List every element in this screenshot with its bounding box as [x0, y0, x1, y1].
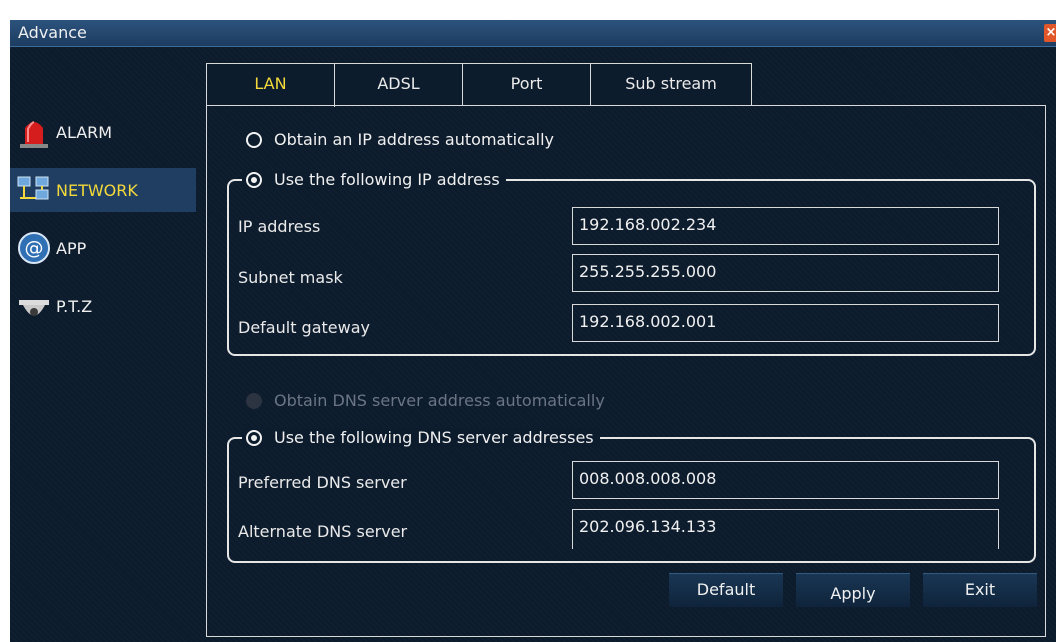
- dns-manual-option[interactable]: Use the following DNS server addresses: [242, 428, 600, 447]
- tab-adsl[interactable]: ADSL: [334, 63, 463, 106]
- dns-auto-option: Obtain DNS server address automatically: [246, 391, 605, 410]
- close-icon[interactable]: ×: [1044, 24, 1056, 42]
- radio-button: [246, 392, 262, 409]
- apply-button[interactable]: Apply: [796, 573, 910, 607]
- tab-label: Sub stream: [625, 74, 717, 93]
- sidebar-item-network[interactable]: NETWORK: [10, 168, 196, 212]
- preferred-dns-label: Preferred DNS server: [238, 473, 407, 492]
- tab-label: Port: [510, 74, 543, 93]
- default-button[interactable]: Default: [669, 573, 783, 607]
- sidebar-item-label: APP: [56, 238, 87, 258]
- tab-port[interactable]: Port: [462, 63, 591, 106]
- radio-button[interactable]: [246, 171, 262, 188]
- tab-sub-stream[interactable]: Sub stream: [590, 63, 752, 106]
- dns-manual-label: Use the following DNS server addresses: [274, 428, 594, 447]
- ip-auto-option[interactable]: Obtain an IP address automatically: [246, 130, 554, 149]
- ip-address-field[interactable]: 192.168.002.234: [572, 207, 999, 245]
- alternate-dns-field[interactable]: 202.096.134.133: [572, 509, 999, 549]
- default-gateway-field[interactable]: 192.168.002.001: [572, 304, 999, 342]
- sidebar-item-alarm[interactable]: ALARM: [10, 110, 196, 154]
- sidebar-item-label: P.T.Z: [56, 296, 93, 316]
- network-computers-icon: [16, 172, 52, 208]
- exit-button[interactable]: Exit: [923, 573, 1037, 607]
- radio-button[interactable]: [246, 131, 262, 148]
- ip-address-label: IP address: [238, 217, 321, 236]
- sidebar-item-label: NETWORK: [56, 180, 138, 200]
- ip-manual-label: Use the following IP address: [274, 170, 500, 189]
- dns-auto-label: Obtain DNS server address automatically: [274, 391, 605, 410]
- default-gateway-label: Default gateway: [238, 318, 370, 337]
- ip-manual-option[interactable]: Use the following IP address: [242, 170, 506, 189]
- alternate-dns-label: Alternate DNS server: [238, 522, 408, 541]
- sidebar: ALARM NETWORK @ APP P.T.Z: [10, 26, 206, 622]
- subnet-mask-label: Subnet mask: [238, 268, 343, 287]
- tab-label: ADSL: [377, 74, 420, 93]
- sidebar-item-ptz[interactable]: P.T.Z: [10, 284, 196, 328]
- preferred-dns-field[interactable]: 008.008.008.008: [572, 461, 999, 499]
- sidebar-item-app[interactable]: @ APP: [10, 226, 196, 270]
- svg-text:@: @: [25, 237, 44, 259]
- ip-auto-label: Obtain an IP address automatically: [274, 130, 555, 149]
- at-sign-icon: @: [16, 230, 52, 266]
- alarm-siren-icon: [16, 114, 52, 150]
- radio-button[interactable]: [246, 429, 262, 446]
- subnet-mask-field[interactable]: 255.255.255.000: [572, 254, 999, 292]
- dome-camera-icon: [16, 288, 52, 324]
- sidebar-item-label: ALARM: [56, 122, 113, 142]
- tab-lan[interactable]: LAN: [206, 63, 335, 107]
- tab-label: LAN: [254, 74, 287, 93]
